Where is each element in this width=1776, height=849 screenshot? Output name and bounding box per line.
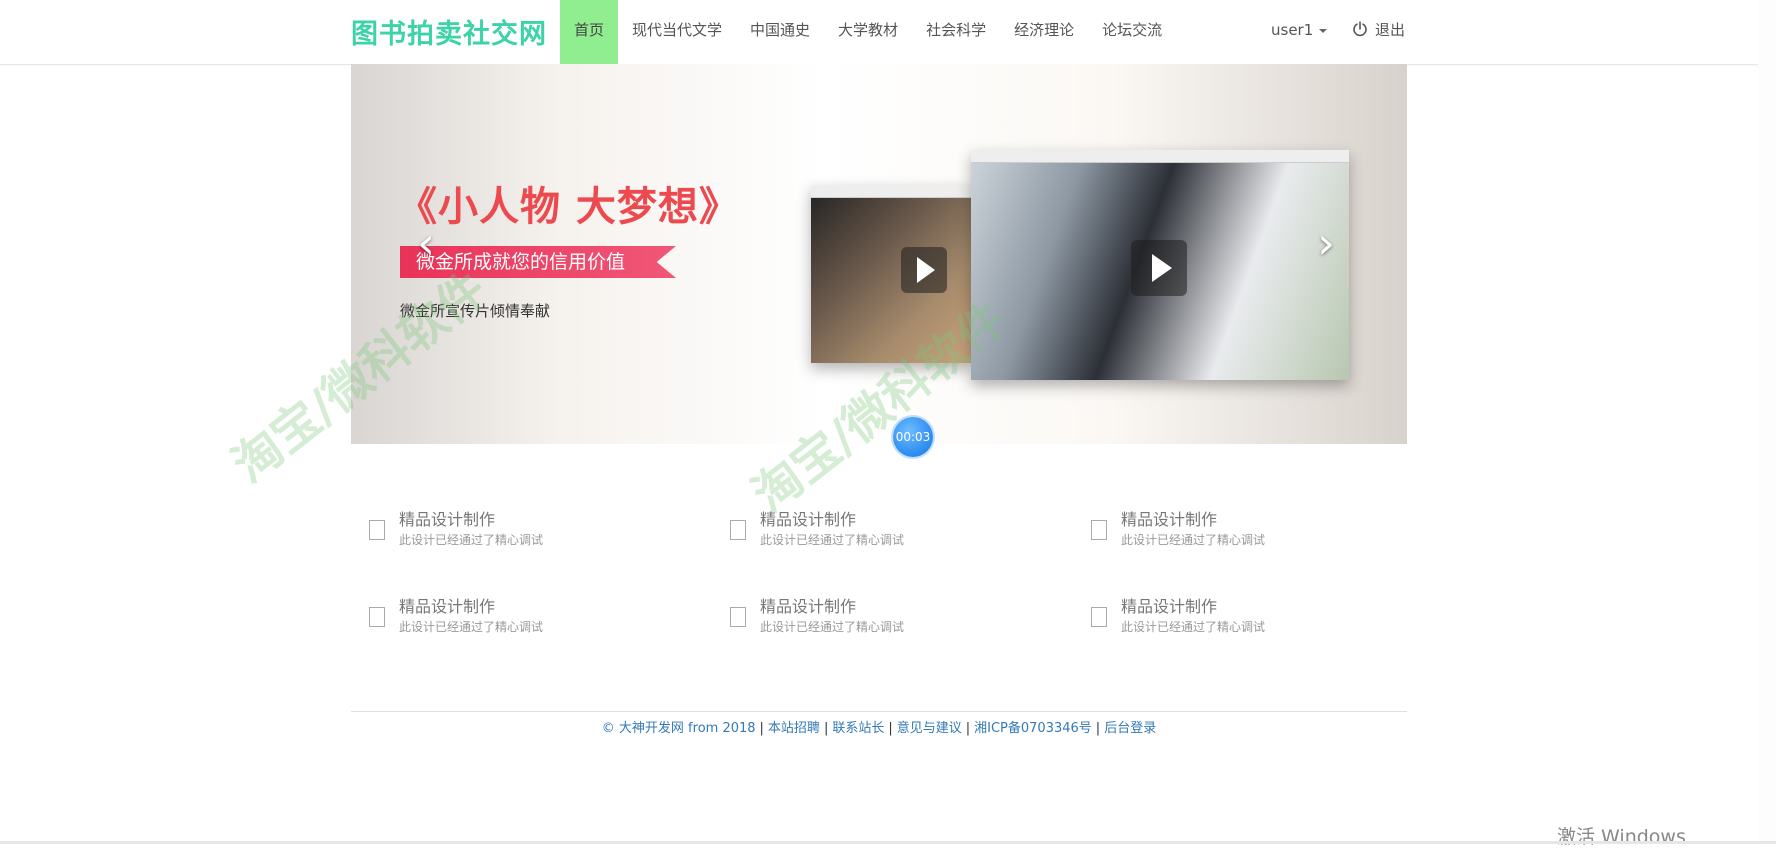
feature-desc: 此设计已经通过了精心调试 [1121, 620, 1266, 634]
feature-item: 精品设计制作 此设计已经通过了精心调试 [730, 593, 1050, 643]
nav-item-textbooks[interactable]: 大学教材 [824, 0, 912, 64]
nav-item-forum[interactable]: 论坛交流 [1088, 0, 1176, 64]
footer-link-admin-login[interactable]: 后台登录 [1104, 721, 1156, 736]
footer-link-icp[interactable]: 湘ICP备0703346号 [974, 721, 1092, 736]
feature-title: 精品设计制作 [399, 597, 496, 616]
main-nav: 首页 现代当代文学 中国通史 大学教材 社会科学 经济理论 论坛交流 [560, 0, 1176, 64]
slide-caption: 微金所宣传片倾情奉献 [400, 302, 551, 320]
footer-link-contact[interactable]: 联系站长 [832, 721, 884, 736]
caret-down-icon [1319, 28, 1328, 33]
video-thumbnail-small [811, 185, 971, 363]
play-icon[interactable] [1131, 240, 1187, 296]
feature-item: 精品设计制作 此设计已经通过了精心调试 [1091, 593, 1411, 643]
checkbox-icon [1091, 607, 1107, 627]
footer-separator: | [888, 721, 893, 736]
feature-desc: 此设计已经通过了精心调试 [399, 533, 544, 547]
footer-divider [351, 711, 1407, 712]
feature-title: 精品设计制作 [1121, 597, 1218, 616]
browser-bar [811, 185, 971, 198]
feature-title: 精品设计制作 [760, 510, 857, 529]
feature-title: 精品设计制作 [399, 510, 496, 529]
feature-title: 精品设计制作 [760, 597, 857, 616]
power-icon [1353, 21, 1367, 37]
carousel-prev-icon[interactable]: ‹ [411, 222, 441, 266]
checkbox-icon [1091, 520, 1107, 540]
logout-label: 退出 [1375, 21, 1406, 39]
hero-carousel: 《小人物 大梦想》 微金所成就您的信用价值 微金所宣传片倾情奉献 ‹ › [351, 64, 1407, 444]
slide-title: 《小人物 大梦想》 [397, 184, 740, 230]
feature-item: 精品设计制作 此设计已经通过了精心调试 [730, 506, 1050, 556]
feature-desc: 此设计已经通过了精心调试 [1121, 533, 1266, 547]
user-dropdown[interactable]: user1 [1271, 0, 1328, 64]
feature-desc: 此设计已经通过了精心调试 [399, 620, 544, 634]
footer-separator: | [1095, 721, 1101, 736]
nav-item-economics[interactable]: 经济理论 [1000, 0, 1088, 64]
footer-separator: | [965, 721, 971, 736]
carousel-next-icon[interactable]: › [1311, 222, 1341, 266]
footer-separator: | [823, 721, 829, 736]
checkbox-icon [369, 520, 385, 540]
user-name: user1 [1271, 21, 1314, 39]
feature-item: 精品设计制作 此设计已经通过了精心调试 [369, 506, 689, 556]
checkbox-icon [369, 607, 385, 627]
footer-separator: | [759, 721, 764, 736]
footer: © 大神开发网 from 2018 | 本站招聘 | 联系站长 | 意见与建议 | 湘ICP备0… [351, 717, 1407, 736]
feature-desc: 此设计已经通过了精心调试 [760, 620, 905, 634]
footer-link-jobs[interactable]: 本站招聘 [768, 721, 820, 736]
play-icon[interactable] [901, 247, 947, 293]
slide-ribbon: 微金所成就您的信用价值 [400, 246, 676, 278]
nav-item-chinese-history[interactable]: 中国通史 [736, 0, 824, 64]
page-scrollbar[interactable] [1758, 0, 1776, 841]
windows-activation-watermark: 激活 Windows [1557, 826, 1686, 848]
feature-title: 精品设计制作 [1121, 510, 1218, 529]
top-navbar: 图书拍卖社交网 首页 现代当代文学 中国通史 大学教材 社会科学 经济理论 论坛… [0, 0, 1776, 65]
feature-item: 精品设计制作 此设计已经通过了精心调试 [1091, 506, 1411, 556]
feature-desc: 此设计已经通过了精心调试 [760, 533, 905, 547]
nav-item-modern-literature[interactable]: 现代当代文学 [618, 0, 736, 64]
footer-link-feedback[interactable]: 意见与建议 [897, 721, 962, 736]
footer-copyright: © 大神开发网 from 2018 [601, 721, 756, 736]
nav-item-social-science[interactable]: 社会科学 [912, 0, 1000, 64]
timer-badge: 00:03 [893, 417, 933, 457]
site-logo[interactable]: 图书拍卖社交网 [351, 12, 547, 51]
checkbox-icon [730, 607, 746, 627]
browser-bar [971, 150, 1349, 163]
checkbox-icon [730, 520, 746, 540]
feature-item: 精品设计制作 此设计已经通过了精心调试 [369, 593, 689, 643]
video-thumbnail-large [971, 150, 1349, 380]
nav-item-home[interactable]: 首页 [560, 0, 619, 64]
logout-button[interactable]: 退出 [1352, 0, 1405, 64]
